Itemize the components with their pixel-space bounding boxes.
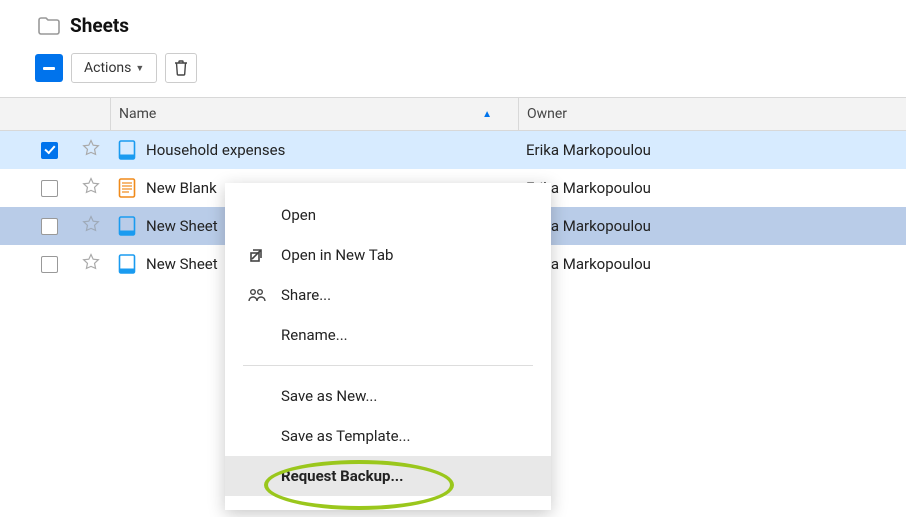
sort-asc-icon: ▲ bbox=[482, 109, 492, 120]
row-owner: Erika Markopoulou bbox=[526, 141, 651, 159]
share-icon bbox=[247, 288, 267, 302]
sheet-icon bbox=[118, 254, 136, 274]
table-row[interactable]: Household expenses Erika Markopoulou bbox=[0, 131, 906, 169]
caret-down-icon: ▼ bbox=[135, 63, 144, 74]
toolbar: Actions ▼ bbox=[0, 43, 906, 97]
menu-item-open[interactable]: Open bbox=[225, 195, 551, 235]
col-owner-label: Owner bbox=[527, 106, 567, 122]
menu-item-open-new-tab[interactable]: Open in New Tab bbox=[225, 235, 551, 275]
menu-item-save-as-template[interactable]: Save as Template... bbox=[225, 416, 551, 456]
menu-label: Save as Template... bbox=[281, 427, 410, 445]
menu-item-save-as-new[interactable]: Save as New... bbox=[225, 376, 551, 416]
page-title: Sheets bbox=[70, 14, 129, 37]
open-new-tab-icon bbox=[247, 247, 267, 263]
menu-label: Open in New Tab bbox=[281, 246, 393, 264]
col-check-header bbox=[0, 98, 72, 130]
page-header: Sheets bbox=[0, 0, 906, 43]
menu-item-share[interactable]: Share... bbox=[225, 275, 551, 315]
row-name: New Blank bbox=[146, 179, 217, 197]
col-name-header[interactable]: Name ▲ bbox=[110, 98, 518, 130]
select-all-toggle[interactable] bbox=[35, 54, 63, 82]
menu-separator bbox=[243, 365, 533, 366]
minus-icon bbox=[43, 67, 55, 70]
row-checkbox[interactable] bbox=[41, 218, 58, 235]
delete-button[interactable] bbox=[165, 53, 197, 83]
trash-icon bbox=[174, 60, 188, 76]
star-icon[interactable] bbox=[82, 139, 100, 161]
sheet-icon bbox=[118, 178, 136, 198]
table-header: Name ▲ Owner bbox=[0, 97, 906, 131]
menu-item-request-backup[interactable]: Request Backup... bbox=[225, 456, 551, 496]
actions-button[interactable]: Actions ▼ bbox=[71, 53, 157, 83]
star-icon[interactable] bbox=[82, 215, 100, 237]
row-name: New Sheet bbox=[146, 217, 218, 235]
menu-label: Save as New... bbox=[281, 387, 377, 405]
star-icon[interactable] bbox=[82, 177, 100, 199]
sheet-icon bbox=[118, 140, 136, 160]
row-checkbox[interactable] bbox=[41, 256, 58, 273]
actions-label: Actions bbox=[84, 60, 131, 76]
col-name-label: Name bbox=[119, 106, 156, 122]
star-icon[interactable] bbox=[82, 253, 100, 275]
folder-icon bbox=[38, 17, 60, 35]
row-checkbox[interactable] bbox=[41, 180, 58, 197]
row-checkbox[interactable] bbox=[41, 142, 58, 159]
col-owner-header[interactable]: Owner bbox=[518, 98, 906, 130]
menu-label: Open bbox=[281, 206, 316, 224]
menu-label: Rename... bbox=[281, 326, 348, 344]
menu-label: Request Backup... bbox=[281, 467, 404, 485]
col-star-header bbox=[72, 98, 110, 130]
menu-label: Share... bbox=[281, 286, 331, 304]
context-menu: Open Open in New Tab Share... Rename... … bbox=[225, 183, 551, 510]
sheet-icon bbox=[118, 216, 136, 236]
row-name: New Sheet bbox=[146, 255, 218, 273]
menu-item-rename[interactable]: Rename... bbox=[225, 315, 551, 355]
row-name: Household expenses bbox=[146, 141, 285, 159]
